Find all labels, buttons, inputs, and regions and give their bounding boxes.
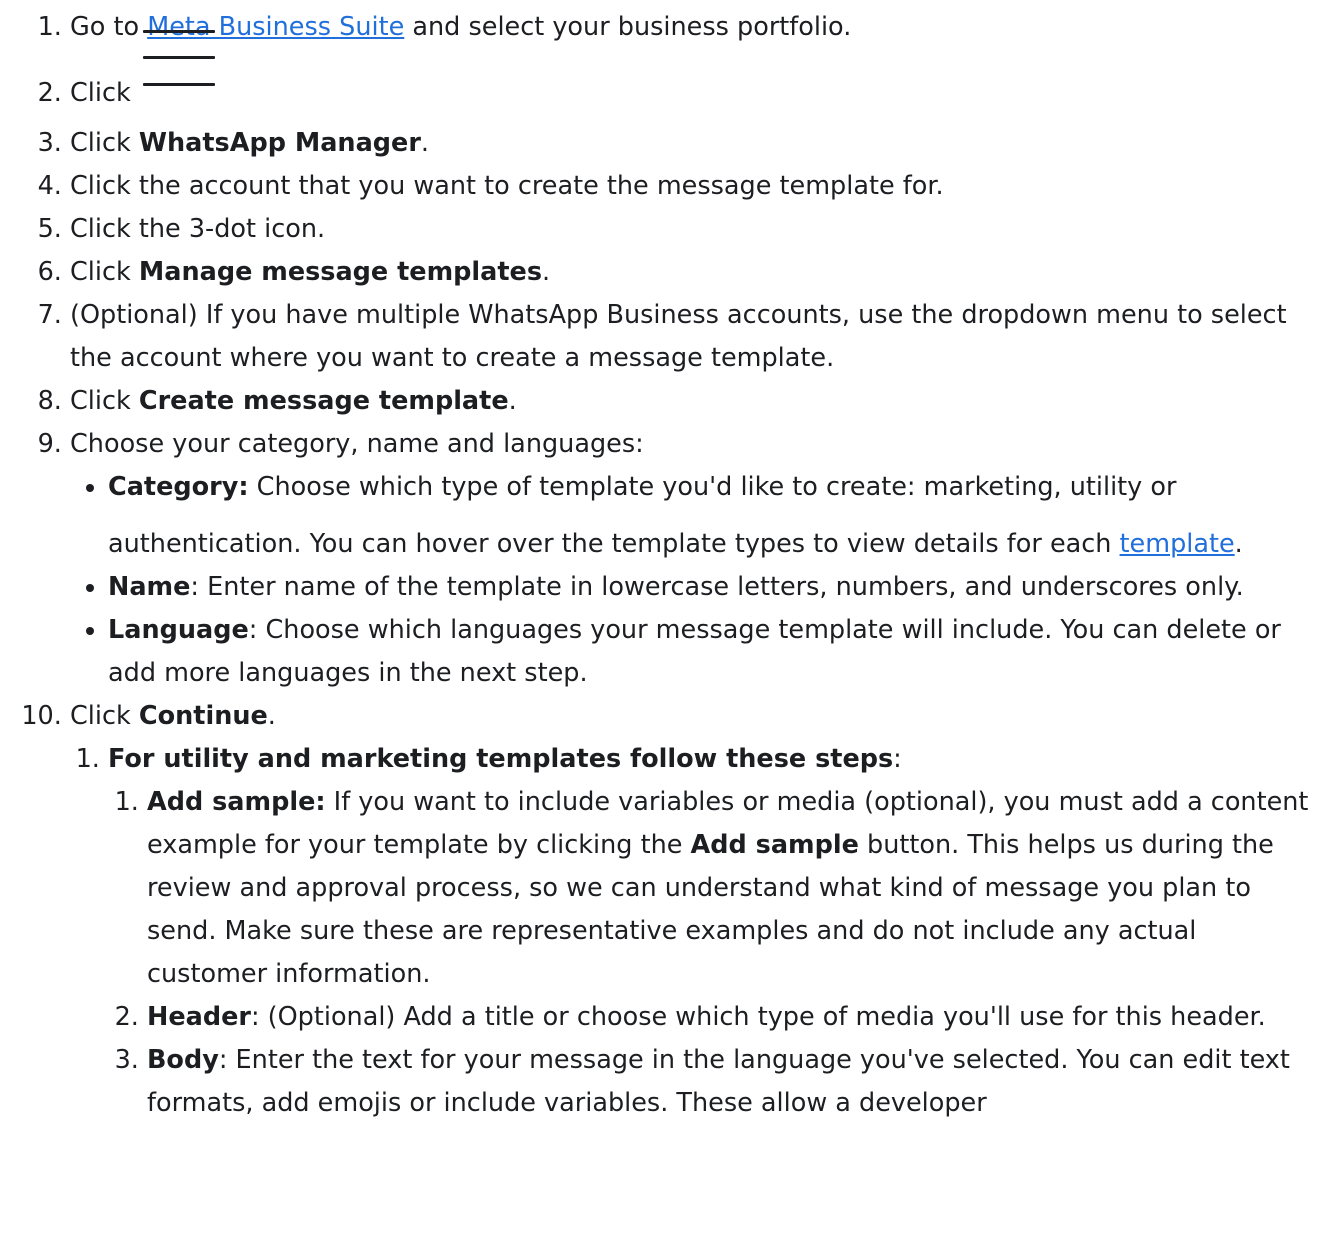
hamburger-menu-icon <box>142 30 215 101</box>
template-link[interactable]: template <box>1120 523 1235 566</box>
step-3: Click WhatsApp Manager. <box>70 122 1320 165</box>
step-10: Click Continue. For utility and marketin… <box>70 695 1320 1125</box>
step-6: Click Manage message templates. <box>70 251 1320 294</box>
step-8: Click Create message template. <box>70 380 1320 423</box>
step-4: Click the account that you want to creat… <box>70 165 1320 208</box>
language-item: Language: Choose which languages your me… <box>108 609 1320 695</box>
step-1: Go to Meta Business Suite and select you… <box>70 6 1320 49</box>
body-item: Body: Enter the text for your message in… <box>147 1039 1320 1125</box>
step-5: Click the 3-dot icon. <box>70 208 1320 251</box>
utility-marketing-item: For utility and marketing templates foll… <box>108 738 1320 1125</box>
step-10-sublist: For utility and marketing templates foll… <box>108 738 1320 1125</box>
add-sample-item: Add sample: If you want to include varia… <box>147 781 1320 996</box>
step-2: Click <box>70 30 1320 115</box>
utility-steps-list: Add sample: If you want to include varia… <box>147 781 1320 1125</box>
name-item: Name: Enter name of the template in lowe… <box>108 566 1320 609</box>
header-item: Header: (Optional) Add a title or choose… <box>147 996 1320 1039</box>
step-9: Choose your category, name and languages… <box>70 423 1320 695</box>
category-item: Category: Choose which type of template … <box>108 466 1320 566</box>
steps-list: Go to Meta Business Suite and select you… <box>70 6 1320 1125</box>
meta-business-suite-link[interactable]: Meta Business Suite <box>147 12 404 42</box>
step-9-sublist: Category: Choose which type of template … <box>108 466 1320 695</box>
step-7: (Optional) If you have multiple WhatsApp… <box>70 294 1320 380</box>
